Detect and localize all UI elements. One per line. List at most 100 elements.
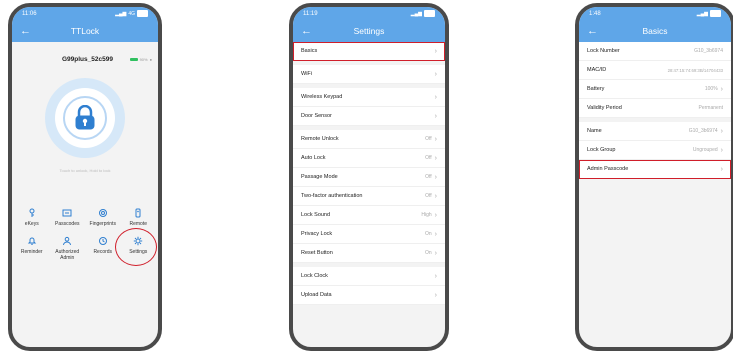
battery-level-icon bbox=[129, 57, 138, 61]
unlock-button[interactable] bbox=[63, 96, 107, 140]
row-value: High bbox=[421, 212, 432, 218]
basics-row-admin-passcode[interactable]: Admin Passcode › bbox=[579, 160, 731, 179]
chevron-right-icon: › bbox=[434, 135, 437, 143]
basics-row-validity-period: Validity Period Permanent bbox=[579, 99, 731, 118]
chevron-right-icon: › bbox=[434, 211, 437, 219]
row-label: Passage Mode bbox=[301, 174, 338, 180]
nav-bar: ← Settings bbox=[293, 20, 445, 42]
status-bar: 11:19 ▂▄▆ bbox=[293, 7, 445, 20]
menu-dot-icon[interactable]: ● bbox=[150, 57, 152, 62]
chevron-right-icon: › bbox=[434, 230, 437, 238]
row-label: Door Sensor bbox=[301, 113, 332, 119]
unlock-dial[interactable] bbox=[45, 78, 125, 158]
device-name: G99plus_52c599 bbox=[62, 55, 113, 63]
basics-row-name[interactable]: Name G10_3b6974 › bbox=[579, 122, 731, 141]
chevron-right-icon: › bbox=[720, 165, 723, 173]
row-value: On bbox=[424, 231, 432, 237]
app-header: 11:19 ▂▄▆ ← Settings bbox=[293, 7, 445, 42]
menu-passcodes[interactable]: Passcodes bbox=[50, 207, 86, 227]
nav-bar: ← TTLock bbox=[12, 20, 158, 42]
chevron-right-icon: › bbox=[434, 93, 437, 101]
back-arrow-icon[interactable]: ← bbox=[301, 23, 312, 39]
status-time: 11:19 bbox=[303, 10, 318, 17]
settings-row-passage-mode[interactable]: Passage Mode Off › bbox=[293, 168, 445, 187]
menu-remote-label: Remote bbox=[129, 221, 147, 227]
records-icon bbox=[98, 235, 108, 247]
phone-settings-screen: 11:19 ▂▄▆ ← Settings Basics › WiFi › Wirel… bbox=[289, 3, 449, 351]
row-label: WiFi bbox=[301, 71, 312, 77]
row-value: G10_3b6974 bbox=[688, 128, 718, 134]
row-label: Upload Data bbox=[301, 292, 332, 298]
device-battery: 90% ● bbox=[129, 57, 152, 62]
settings-row-remote-unlock[interactable]: Remote Unlock Off › bbox=[293, 130, 445, 149]
menu-passcodes-label: Passcodes bbox=[55, 221, 80, 227]
row-label: Auto Lock bbox=[301, 155, 326, 161]
chevron-right-icon: › bbox=[434, 154, 437, 162]
settings-row-basics[interactable]: Basics › bbox=[293, 42, 445, 61]
row-label: Validity Period bbox=[587, 105, 622, 111]
settings-row-lock-clock[interactable]: Lock Clock › bbox=[293, 267, 445, 286]
row-label: Two-factor authentication bbox=[301, 193, 363, 199]
row-label: Name bbox=[587, 128, 602, 134]
row-value: On bbox=[424, 250, 432, 256]
row-label: Admin Passcode bbox=[587, 166, 629, 172]
settings-row-wireless-keypad[interactable]: Wireless Keypad › bbox=[293, 88, 445, 107]
back-arrow-icon[interactable]: ← bbox=[20, 23, 31, 39]
menu-fingerprints[interactable]: Fingerprints bbox=[85, 207, 121, 227]
bell-icon bbox=[27, 235, 37, 247]
back-arrow-icon[interactable]: ← bbox=[587, 23, 598, 39]
chevron-right-icon: › bbox=[434, 249, 437, 257]
menu-reminder-label: Reminder bbox=[20, 249, 43, 255]
basics-row-lock-group[interactable]: Lock Group Ungrouped › bbox=[579, 141, 731, 160]
menu-authorized-admin[interactable]: Authorized Admin bbox=[50, 235, 86, 261]
signal-icon: ▂▄▆ bbox=[410, 10, 422, 17]
settings-row-lock-sound[interactable]: Lock Sound High › bbox=[293, 206, 445, 225]
padlock-icon bbox=[75, 105, 95, 130]
phone-home-screen: 11:06 ▂▄▆ 4G ← TTLock G99plus_52c599 90%… bbox=[8, 3, 162, 351]
menu-fingerprints-label: Fingerprints bbox=[89, 221, 116, 227]
menu-remote[interactable]: Remote bbox=[121, 207, 157, 227]
fingerprint-icon bbox=[98, 207, 108, 219]
row-label: Basics bbox=[301, 48, 318, 54]
chevron-right-icon: › bbox=[720, 146, 723, 154]
menu-settings[interactable]: Settings bbox=[114, 228, 157, 266]
chevron-right-icon: › bbox=[434, 291, 437, 299]
settings-row-auto-lock[interactable]: Auto Lock Off › bbox=[293, 149, 445, 168]
signal-icon: ▂▄▆ bbox=[115, 10, 127, 17]
basics-row-battery[interactable]: Battery 100% › bbox=[579, 80, 731, 99]
battery-icon bbox=[137, 10, 148, 17]
chevron-right-icon: › bbox=[434, 173, 437, 181]
row-value: Permanent bbox=[698, 105, 723, 111]
phone-basics-screen: 1:48 ▂▄▆ ← Basics Lock Number G10_3b6974 … bbox=[575, 3, 733, 351]
row-value: Off bbox=[425, 174, 432, 180]
settings-row-privacy-lock[interactable]: Privacy Lock On › bbox=[293, 225, 445, 244]
chevron-right-icon: › bbox=[434, 47, 437, 55]
row-value: 100% bbox=[704, 86, 718, 92]
menu-ekeys[interactable]: eKeys bbox=[14, 207, 50, 227]
battery-icon bbox=[710, 10, 721, 17]
feature-grid: eKeys Passcodes Fingerprints Remote Remi… bbox=[12, 207, 158, 266]
settings-row-reset-button[interactable]: Reset Button On › bbox=[293, 244, 445, 263]
page-title: TTLock bbox=[70, 26, 100, 36]
status-icons: ▂▄▆ bbox=[411, 10, 435, 17]
basics-list: Lock Number G10_3b6974 MAC/ID 28:47:15:74:… bbox=[579, 42, 731, 179]
row-value: Off bbox=[425, 193, 432, 199]
app-header: 11:06 ▂▄▆ 4G ← TTLock bbox=[12, 7, 158, 42]
menu-records-label: Records bbox=[93, 249, 113, 255]
menu-reminder[interactable]: Reminder bbox=[14, 235, 50, 261]
settings-row-upload-data[interactable]: Upload Data › bbox=[293, 286, 445, 305]
chevron-right-icon: › bbox=[720, 85, 723, 93]
settings-list: Basics › WiFi › Wireless Keypad › Door Sens… bbox=[293, 42, 445, 305]
settings-row-two-factor[interactable]: Two-factor authentication Off › bbox=[293, 187, 445, 206]
row-label: Remote Unlock bbox=[301, 136, 339, 142]
status-icons: ▂▄▆ bbox=[697, 10, 721, 17]
row-label: MAC/ID bbox=[587, 67, 607, 73]
settings-row-wifi[interactable]: WiFi › bbox=[293, 65, 445, 84]
admin-icon bbox=[62, 235, 72, 247]
status-bar: 11:06 ▂▄▆ 4G bbox=[12, 7, 158, 20]
row-label: Lock Sound bbox=[301, 212, 331, 218]
page-title: Basics bbox=[642, 26, 668, 36]
ekey-icon bbox=[27, 207, 37, 219]
row-label: Reset Button bbox=[301, 250, 333, 256]
settings-row-door-sensor[interactable]: Door Sensor › bbox=[293, 107, 445, 126]
